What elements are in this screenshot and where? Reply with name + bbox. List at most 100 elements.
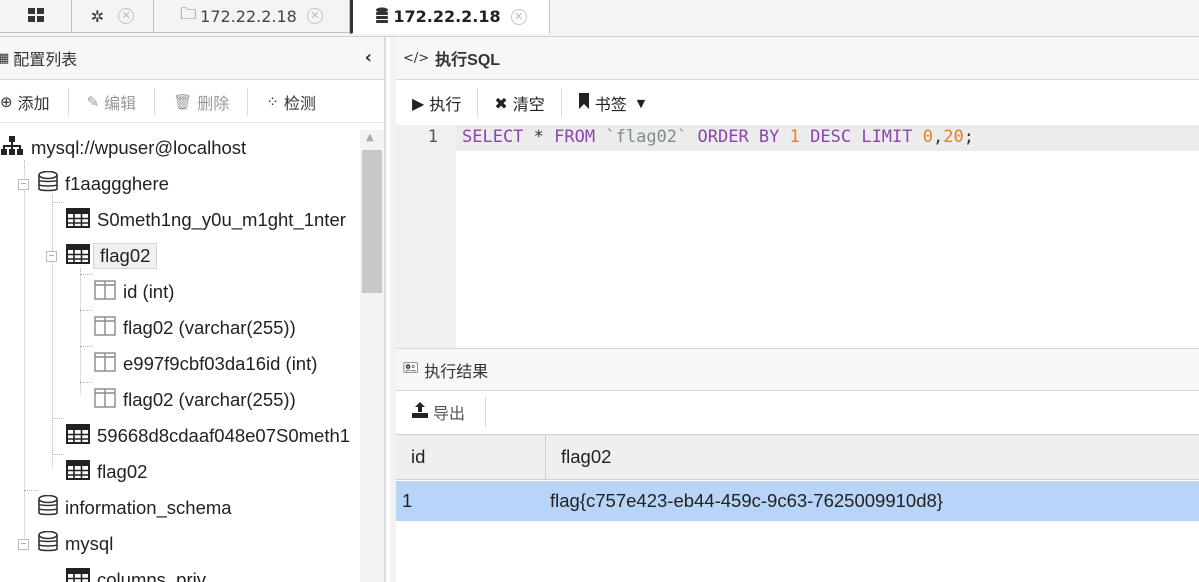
- editor-gutter: [396, 125, 456, 371]
- database-icon: [38, 170, 58, 198]
- tab-label: 172.22.2.18: [393, 7, 501, 26]
- sql-token: FROM: [554, 127, 596, 147]
- database-icon: [38, 494, 58, 522]
- clear-button[interactable]: ✖ 清空: [478, 88, 562, 118]
- list-icon: ▦: [0, 50, 10, 66]
- table-icon: [66, 243, 90, 269]
- tree-label: information_schema: [65, 497, 232, 518]
- tree-node-database[interactable]: mysql: [38, 527, 113, 561]
- close-icon[interactable]: ✕: [306, 8, 323, 24]
- scroll-up-icon[interactable]: ▲: [366, 132, 374, 143]
- config-list-header: ▦ 配置列表 ‹: [0, 37, 384, 80]
- close-icon: ✖: [494, 93, 508, 113]
- tree-guide: [52, 454, 64, 455]
- sql-token: DESC LIMIT: [810, 127, 913, 147]
- spinner-icon: ⁘: [266, 92, 279, 111]
- tree-label: columns_priv: [97, 569, 206, 582]
- scroll-thumb[interactable]: [362, 150, 382, 293]
- collapse-chevron-icon[interactable]: ‹: [365, 47, 372, 68]
- tree-node-database[interactable]: information_schema: [38, 491, 232, 525]
- tab-settings[interactable]: ✲ ✕: [72, 0, 154, 33]
- sql-token: `flag02`: [605, 127, 688, 147]
- delete-label: 删除: [197, 93, 230, 113]
- export-button[interactable]: 导出: [396, 397, 487, 427]
- tree-guide: [80, 382, 92, 383]
- database-icon: [38, 530, 58, 558]
- tree-label: mysql: [65, 533, 114, 554]
- add-button[interactable]: ⊕ 添加: [0, 87, 69, 116]
- plus-circle-icon: ⊕: [0, 92, 13, 111]
- tree-guide: [24, 490, 38, 491]
- bookmark-dropdown[interactable]: 书签 ▼: [562, 88, 661, 118]
- tree-node-database[interactable]: f1aaggghere: [38, 167, 169, 201]
- tree-label: flag02 (varchar(255)): [123, 389, 296, 410]
- tree-node-table[interactable]: flag02: [66, 455, 147, 489]
- table-icon: [66, 459, 90, 485]
- tree-node-column[interactable]: id (int): [94, 275, 174, 309]
- column-header-flag02[interactable]: flag02: [546, 435, 1199, 479]
- column-icon: [94, 315, 116, 341]
- table-row[interactable]: 1 flag{c757e423-eb44-459c-9c63-762500991…: [396, 481, 1199, 521]
- delete-button[interactable]: 🗑 删除: [155, 87, 249, 116]
- tree-node-column[interactable]: e997f9cbf03da16id (int): [94, 347, 317, 381]
- add-label: 添加: [17, 93, 50, 113]
- schema-tree: mysql://wpuser@localhost − f1aaggghere S…: [0, 130, 360, 582]
- config-toolbar: ⊕ 添加 ✎ 编辑 🗑 删除 ⁘ 检测: [0, 81, 384, 123]
- clear-label: 清空: [512, 95, 545, 114]
- tree-guide: [52, 202, 64, 203]
- tree-node-connection[interactable]: mysql://wpuser@localhost: [0, 131, 246, 165]
- run-button[interactable]: ▶ 执行: [396, 88, 479, 118]
- panel-title: 执行SQL: [435, 52, 501, 69]
- sql-token: 20: [943, 127, 964, 147]
- detect-button[interactable]: ⁘ 检测: [248, 88, 334, 116]
- tree-node-column[interactable]: flag02 (varchar(255)): [94, 311, 296, 345]
- panel-title: 配置列表: [13, 50, 78, 69]
- tree-node-table[interactable]: S0meth1ng_y0u_m1ght_1nter: [66, 203, 346, 237]
- tree-node-table-selected[interactable]: flag02: [66, 239, 158, 273]
- bookmark-icon: [578, 93, 590, 113]
- sql-workspace: </> 执行SQL ▶ 执行 ✖ 清空 书签 ▼ 1 SELECT * FROM…: [396, 37, 1199, 582]
- tab-bar: ✲ ✕ 🗀 172.22.2.18 ✕ 172.22.2.18 ✕: [0, 0, 1199, 37]
- collapse-toggle[interactable]: −: [18, 179, 29, 190]
- close-icon[interactable]: ✕: [510, 8, 527, 25]
- tree-label: mysql://wpuser@localhost: [31, 137, 247, 158]
- sql-token: 0: [922, 127, 934, 147]
- sql-token: *: [533, 127, 544, 147]
- caret-down-icon: ▼: [636, 96, 646, 110]
- tree-node-table[interactable]: 59668d8cdaaf048e07S0meth1: [66, 419, 350, 453]
- tree-node-column[interactable]: flag02 (varchar(255)): [94, 383, 296, 417]
- trash-icon: 🗑: [173, 92, 193, 111]
- sql-toolbar: ▶ 执行 ✖ 清空 书签 ▼: [396, 83, 1199, 123]
- edit-button[interactable]: ✎ 编辑: [69, 87, 156, 116]
- collapse-toggle[interactable]: −: [46, 251, 57, 262]
- line-number: 1: [427, 127, 438, 147]
- sql-token: ;: [963, 127, 974, 147]
- tree-label: flag02: [93, 243, 158, 269]
- close-icon[interactable]: ✕: [118, 8, 135, 24]
- cell-flag02[interactable]: flag{c757e423-eb44-459c-9c63-7625009910d…: [546, 481, 1199, 521]
- grid-header: id flag02: [396, 434, 1199, 480]
- tab-database[interactable]: 172.22.2.18 ✕: [350, 0, 550, 34]
- tree-label: f1aaggghere: [65, 173, 169, 194]
- table-icon: [66, 567, 90, 582]
- collapse-toggle[interactable]: −: [18, 539, 29, 550]
- tree-scrollbar[interactable]: ▲: [360, 130, 384, 582]
- tab-files[interactable]: 🗀 172.22.2.18 ✕: [154, 0, 350, 33]
- tree-guide: [52, 195, 53, 467]
- tree-label: e997f9cbf03da16id (int): [123, 353, 318, 374]
- result-toolbar: 导出: [396, 391, 1199, 433]
- bookmark-label: 书签: [594, 95, 627, 114]
- sql-code-line[interactable]: SELECT * FROM `flag02` ORDER BY 1 DESC L…: [462, 127, 974, 147]
- sql-editor[interactable]: 1 SELECT * FROM `flag02` ORDER BY 1 DESC…: [396, 125, 1199, 371]
- tree-guide: [80, 310, 92, 311]
- column-header-id[interactable]: id: [396, 435, 546, 479]
- cell-id[interactable]: 1: [396, 481, 546, 521]
- tree-guide: [24, 160, 25, 538]
- sql-token: ,: [933, 127, 944, 147]
- tree-node-table[interactable]: columns_priv: [66, 563, 206, 582]
- tab-label: 172.22.2.18: [200, 6, 297, 26]
- detect-label: 检测: [283, 93, 316, 113]
- tree-guide: [80, 274, 92, 275]
- tab-grid[interactable]: [0, 0, 72, 33]
- edit-label: 编辑: [104, 93, 137, 113]
